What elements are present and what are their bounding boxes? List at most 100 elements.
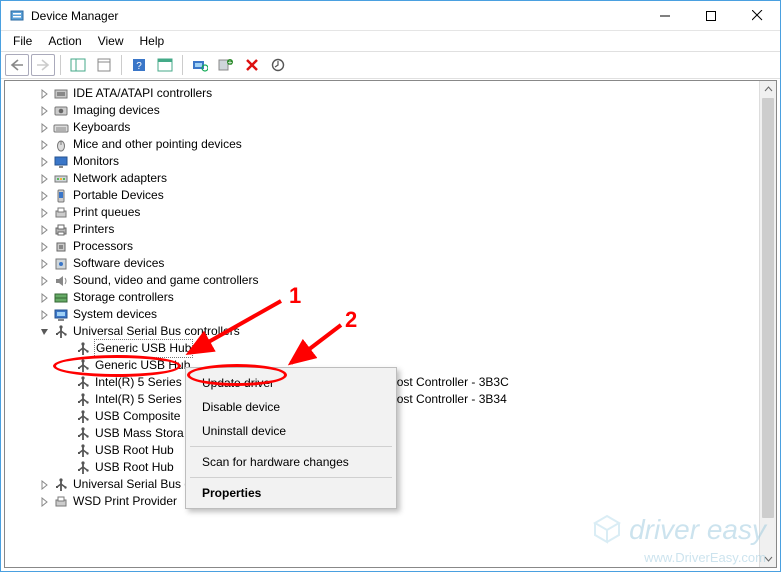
scroll-track[interactable] [760,98,776,550]
tree-node[interactable]: Network adapters [7,170,776,187]
tree-node-label: Print queues [73,204,140,221]
usb-icon [75,426,91,442]
add-legacy-button[interactable]: + [214,54,238,76]
imaging-icon [53,103,69,119]
tree-node-label: Generic USB Hub [95,357,190,374]
chevron-right-icon[interactable] [39,496,51,508]
tree-node-label: Printers [73,221,114,238]
update-driver-button[interactable] [266,54,290,76]
tree-node-label: Sound, video and game controllers [73,272,258,289]
scroll-thumb[interactable] [762,98,774,518]
network-icon [53,171,69,187]
context-properties[interactable]: Properties [188,481,394,505]
menu-view[interactable]: View [90,32,132,50]
printq-icon [53,205,69,221]
software-icon [53,256,69,272]
scan-hardware-button[interactable] [188,54,212,76]
usb-icon [75,443,91,459]
close-button[interactable] [734,1,780,30]
tree-node[interactable]: IDE ATA/ATAPI controllers [7,85,776,102]
chevron-right-icon[interactable] [39,258,51,270]
ide-icon [53,86,69,102]
tree-node[interactable]: Sound, video and game controllers [7,272,776,289]
chevron-right-icon[interactable] [39,275,51,287]
properties-button[interactable] [92,54,116,76]
vertical-scrollbar[interactable] [759,81,776,567]
tree-node[interactable]: Imaging devices [7,102,776,119]
tree-node-label-suffix: ost Controller - 3B34 [397,391,507,408]
context-uninstall-device[interactable]: Uninstall device [188,419,394,443]
app-icon [9,8,25,24]
chevron-right-icon[interactable] [39,241,51,253]
tree-node[interactable]: Storage controllers [7,289,776,306]
uninstall-button[interactable] [240,54,264,76]
context-disable-device[interactable]: Disable device [188,395,394,419]
cpu-icon [53,239,69,255]
tree-spacer [61,394,73,406]
tree-node-label: Monitors [73,153,119,170]
chevron-down-icon[interactable] [39,326,51,338]
tree-spacer [61,343,73,355]
tree-node[interactable]: Portable Devices [7,187,776,204]
menubar: File Action View Help [1,31,780,51]
chevron-right-icon[interactable] [39,224,51,236]
tree-node[interactable]: Mice and other pointing devices [7,136,776,153]
tree-node-label: USB Root Hub [95,442,174,459]
tree-node[interactable]: Processors [7,238,776,255]
menu-help[interactable]: Help [132,32,173,50]
chevron-right-icon[interactable] [39,479,51,491]
action-button[interactable] [153,54,177,76]
tree-node[interactable]: Monitors [7,153,776,170]
portable-icon [53,188,69,204]
minimize-button[interactable] [642,1,688,30]
usb-icon [75,392,91,408]
usb-icon [75,409,91,425]
printq-icon [53,494,69,510]
tree-node-label: USB Composite [95,408,180,425]
chevron-right-icon[interactable] [39,156,51,168]
show-hide-tree-button[interactable] [66,54,90,76]
usb-icon [75,358,91,374]
usb-icon [53,324,69,340]
forward-button[interactable] [31,54,55,76]
usb-icon [53,477,69,493]
tree-node[interactable]: Print queues [7,204,776,221]
menu-action[interactable]: Action [40,32,89,50]
chevron-right-icon[interactable] [39,309,51,321]
context-update-driver[interactable]: Update driver [188,371,394,395]
back-button[interactable] [5,54,29,76]
tree-node-label: Intel(R) 5 Series [95,391,182,408]
tree-node-label: Intel(R) 5 Series [95,374,182,391]
help-button[interactable]: ? [127,54,151,76]
scroll-up-button[interactable] [760,81,776,98]
tree-node[interactable]: Keyboards [7,119,776,136]
tree-node-label-suffix: ost Controller - 3B3C [397,374,509,391]
tree-node[interactable]: Printers [7,221,776,238]
keyboard-icon [53,120,69,136]
svg-text:?: ? [136,61,142,72]
tree-node[interactable]: System devices [7,306,776,323]
chevron-right-icon[interactable] [39,292,51,304]
context-separator [190,446,392,447]
tree-node-label: Universal Serial Bus controllers [73,323,240,340]
chevron-right-icon[interactable] [39,88,51,100]
menu-file[interactable]: File [5,32,40,50]
chevron-right-icon[interactable] [39,139,51,151]
chevron-right-icon[interactable] [39,122,51,134]
chevron-right-icon[interactable] [39,173,51,185]
tree-node[interactable]: Software devices [7,255,776,272]
tree-node-label: Mice and other pointing devices [73,136,242,153]
chevron-right-icon[interactable] [39,190,51,202]
chevron-right-icon[interactable] [39,105,51,117]
tree-node-usb-child[interactable]: Generic USB Hub [7,340,776,357]
scroll-down-button[interactable] [760,550,776,567]
context-scan-hardware[interactable]: Scan for hardware changes [188,450,394,474]
window-controls [642,1,780,30]
tree-node-label: WSD Print Provider [73,493,177,510]
monitor-icon [53,154,69,170]
maximize-button[interactable] [688,1,734,30]
chevron-right-icon[interactable] [39,207,51,219]
toolbar-separator [60,55,61,75]
tree-node-usb-controllers[interactable]: Universal Serial Bus controllers [7,323,776,340]
tree-spacer [61,377,73,389]
